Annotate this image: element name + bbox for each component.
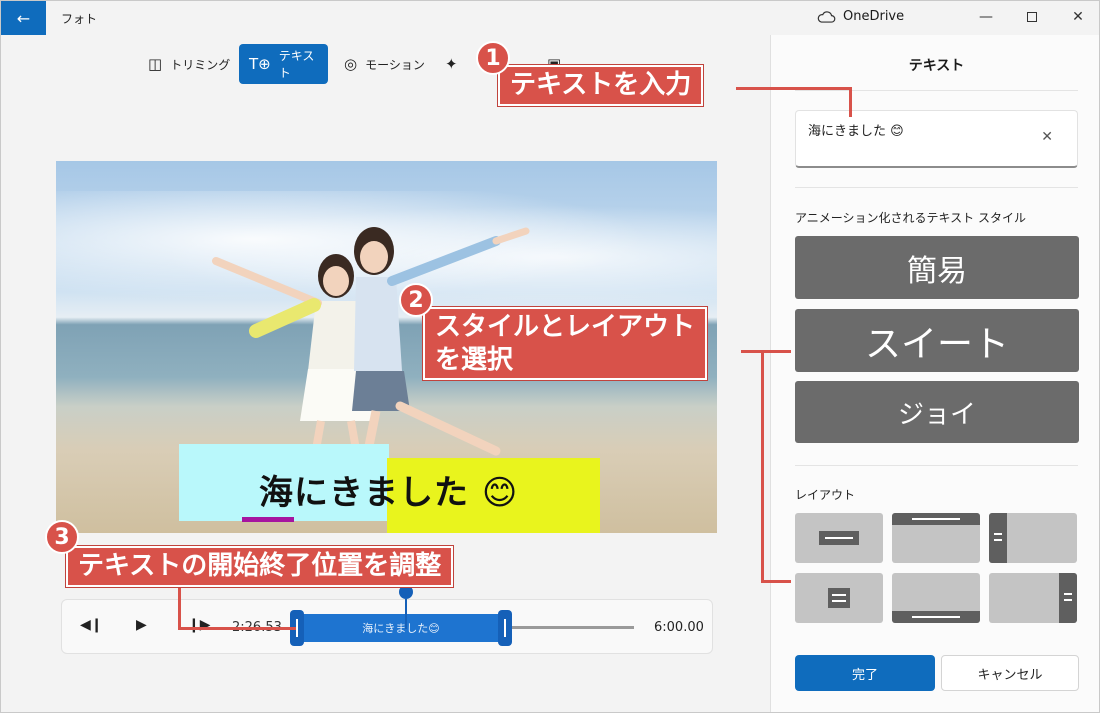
tab-text-label: テキスト — [278, 49, 315, 80]
callout-2-number: 2 — [399, 283, 433, 317]
callout-step-1: テキストを入力 — [498, 65, 704, 106]
maximize-button[interactable] — [1017, 5, 1047, 29]
layout-left-side[interactable] — [989, 513, 1077, 563]
text-underline-accent — [242, 517, 294, 522]
cloud-icon — [817, 10, 836, 23]
previous-frame-icon[interactable]: ◀❙ — [80, 617, 103, 633]
playhead-line — [405, 599, 407, 629]
style-sweet-button[interactable]: スイート — [795, 309, 1079, 372]
motion-icon: ◎ — [344, 55, 358, 73]
layout-bottom-banner[interactable] — [892, 573, 980, 623]
onedrive-button[interactable]: OneDrive — [816, 9, 904, 24]
tab-3d-effects[interactable]: ✦ — [435, 44, 468, 84]
play-icon[interactable]: ▶ — [136, 617, 147, 633]
minimize-button[interactable]: — — [971, 5, 1001, 29]
next-frame-icon[interactable]: ❙▶ — [188, 617, 211, 633]
arrow-left-icon: ← — [16, 8, 31, 28]
style-joy-label: ジョイ — [897, 399, 976, 430]
back-button[interactable]: ← — [1, 1, 46, 35]
layout-grid — [795, 513, 1079, 623]
callout-2-leader — [761, 350, 764, 582]
layout-top-banner[interactable] — [892, 513, 980, 563]
callout-3-number: 3 — [45, 520, 79, 554]
callout-2-leader — [761, 350, 791, 353]
divider — [795, 465, 1078, 466]
close-icon: ✕ — [1072, 9, 1084, 25]
onedrive-label: OneDrive — [843, 9, 905, 24]
clear-icon[interactable]: ✕ — [1041, 129, 1053, 145]
layout-right-side[interactable] — [989, 573, 1077, 623]
text-clip-label: 海にきました😊 — [362, 622, 440, 635]
callout-step-2: スタイルとレイアウト を選択 — [423, 307, 708, 380]
done-button[interactable]: 完了 — [795, 655, 935, 691]
overlay-text-label: 海にきました — [259, 473, 469, 513]
title-bar: ← フォト OneDrive — ✕ — [1, 1, 1099, 35]
tab-motion-label: モーション — [365, 57, 425, 72]
end-time: 6:00.00 — [654, 620, 704, 635]
style-section-label: アニメーション化されるテキスト スタイル — [795, 211, 1026, 225]
callout-2-line-1: スタイルとレイアウト — [435, 312, 696, 342]
callout-1-leader — [849, 87, 852, 117]
callout-2-line-2: を選択 — [435, 344, 514, 375]
callout-3-leader — [178, 627, 296, 630]
panel-title: テキスト — [908, 58, 965, 74]
callout-1-leader — [736, 87, 851, 90]
callout-step-3: テキストの開始終了位置を調整 — [66, 546, 454, 587]
cancel-button[interactable]: キャンセル — [941, 655, 1079, 691]
minimize-icon: — — [979, 9, 993, 25]
playhead-handle[interactable] — [399, 585, 413, 599]
3d-effects-icon: ✦ — [445, 55, 458, 73]
tab-text[interactable]: T⊕ テキスト — [239, 44, 328, 84]
style-joy-button[interactable]: ジョイ — [795, 381, 1079, 443]
divider — [795, 90, 1078, 91]
tab-trim[interactable]: ◫ トリミング — [138, 44, 240, 84]
text-input-field[interactable]: 海にきました 😊 ✕ — [795, 110, 1078, 168]
style-simple-label: 簡易 — [907, 253, 967, 289]
callout-2-leader — [741, 350, 763, 353]
tab-motion[interactable]: ◎ モーション — [334, 44, 435, 84]
style-sweet-label: スイート — [864, 323, 1009, 365]
text-duration-range[interactable]: 海にきました😊 — [292, 614, 510, 642]
callout-2-leader — [761, 580, 791, 583]
divider — [795, 187, 1078, 188]
photos-app-window: ← フォト OneDrive — ✕ ◫ トリミング T⊕ テキスト ◎ モーシ… — [0, 0, 1100, 713]
callout-3-leader — [178, 585, 181, 629]
text-icon: T⊕ — [249, 55, 271, 73]
maximize-icon — [1027, 12, 1037, 22]
layout-section-label: レイアウト — [795, 488, 856, 502]
layout-center-small[interactable] — [795, 573, 883, 623]
timeline-bar: ◀❙ ▶ ❙▶ 2:26.53 海にきました😊 6:00.00 — [61, 599, 713, 654]
trim-icon: ◫ — [148, 55, 163, 73]
style-simple-button[interactable]: 簡易 — [795, 236, 1079, 299]
range-end-handle[interactable] — [498, 610, 512, 646]
text-settings-panel: テキスト 海にきました 😊 ✕ アニメーション化されるテキスト スタイル 簡易 … — [770, 35, 1099, 712]
tab-trim-label: トリミング — [170, 57, 231, 72]
text-input-value: 海にきました 😊 — [808, 124, 904, 139]
app-title: フォト — [61, 12, 98, 26]
callout-1-number: 1 — [476, 41, 510, 75]
layout-center-wide[interactable] — [795, 513, 883, 563]
overlay-text: 海にきました 😊 — [259, 465, 518, 514]
smile-emoji-icon: 😊 — [481, 473, 519, 513]
close-button[interactable]: ✕ — [1063, 5, 1093, 29]
